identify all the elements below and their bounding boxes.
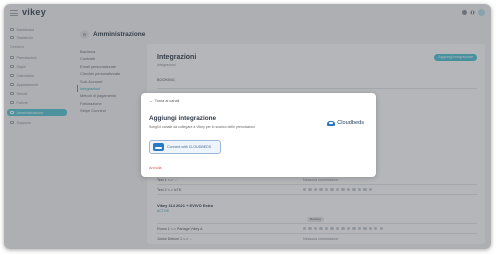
arrow-left-icon: ← xyxy=(149,99,153,103)
add-integration-dialog: ← Torna ai canali Aggiungi integrazione … xyxy=(141,93,376,177)
app-window: vikey Dashboard Statistiche Gestione Pre… xyxy=(4,4,491,249)
cloudbeds-bed-icon xyxy=(153,143,164,151)
back-label: Torna ai canali xyxy=(154,99,180,103)
back-to-channels-link[interactable]: ← Torna ai canali xyxy=(149,99,179,103)
cloudbeds-logo: Cloudbeds xyxy=(327,120,364,126)
provider-logo-text: Cloudbeds xyxy=(337,120,364,126)
cancel-button[interactable]: Annulla xyxy=(149,166,162,170)
connect-cloudbeds-button[interactable]: Connect with CLOUDBEDS xyxy=(149,140,221,154)
cloudbeds-bed-icon xyxy=(327,120,336,126)
connect-button-label: Connect with CLOUDBEDS xyxy=(167,145,212,149)
dialog-description: Scegli il canale da collegare a Vikey pe… xyxy=(149,125,255,129)
screenshot-frame: vikey Dashboard Statistiche Gestione Pre… xyxy=(0,0,497,255)
dialog-title: Aggiungi integrazione xyxy=(149,115,217,122)
